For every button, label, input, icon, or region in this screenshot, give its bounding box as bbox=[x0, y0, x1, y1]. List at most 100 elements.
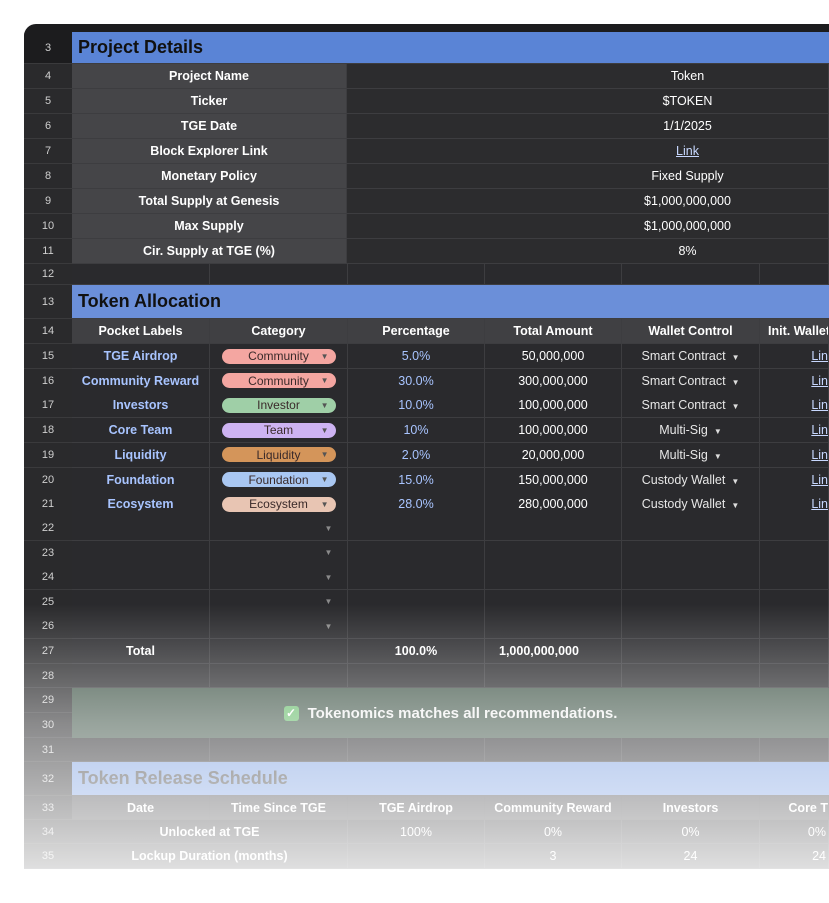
total-amount[interactable]: 1,000,000,000 bbox=[485, 639, 622, 664]
empty-cell[interactable] bbox=[348, 614, 485, 640]
empty-cell[interactable] bbox=[760, 540, 829, 566]
init-wallet-link[interactable]: Lin bbox=[811, 349, 828, 363]
empty-cell[interactable] bbox=[210, 664, 348, 688]
amount-cell[interactable]: 50,000,000 bbox=[485, 344, 622, 369]
percentage-cell[interactable]: 30.0% bbox=[348, 368, 485, 394]
dropdown-arrow-icon[interactable]: ▼ bbox=[732, 378, 740, 387]
section-title-project-details[interactable]: Project Details bbox=[72, 32, 829, 64]
unlocked-value[interactable]: 100% bbox=[348, 820, 485, 844]
dropdown-arrow-icon[interactable]: ▼ bbox=[325, 548, 333, 557]
empty-cell[interactable] bbox=[760, 614, 829, 640]
empty-cell[interactable] bbox=[485, 516, 622, 541]
dropdown-arrow-icon[interactable]: ▼ bbox=[321, 352, 329, 361]
empty-cell[interactable] bbox=[622, 540, 760, 566]
wallet-control-cell[interactable]: Smart Contract ▼ bbox=[622, 344, 760, 369]
empty-cell[interactable] bbox=[72, 664, 210, 688]
pocket-label[interactable]: Investors bbox=[72, 393, 210, 419]
category-dropdown[interactable]: Liquidity ▼ bbox=[221, 447, 336, 463]
detail-value[interactable]: Link bbox=[347, 139, 829, 164]
amount-cell[interactable]: 100,000,000 bbox=[485, 393, 622, 419]
empty-cell[interactable] bbox=[760, 738, 829, 762]
empty-cell[interactable] bbox=[485, 540, 622, 566]
dropdown-arrow-icon[interactable]: ▼ bbox=[321, 475, 329, 484]
column-header[interactable]: Core T bbox=[760, 796, 829, 820]
category-cell[interactable]: Community ▼ bbox=[210, 368, 348, 394]
empty-cell[interactable] bbox=[485, 264, 622, 285]
wallet-control-dropdown[interactable]: Custody Wallet ▼ bbox=[622, 497, 759, 511]
wallet-control-dropdown[interactable]: Smart Contract ▼ bbox=[622, 374, 759, 388]
total-percentage[interactable]: 100.0% bbox=[348, 639, 485, 664]
dropdown-arrow-icon[interactable]: ▼ bbox=[714, 427, 722, 436]
wallet-control-dropdown[interactable]: Custody Wallet ▼ bbox=[622, 473, 759, 487]
wallet-control-cell[interactable]: Multi-Sig ▼ bbox=[622, 442, 760, 468]
dropdown-arrow-icon[interactable]: ▼ bbox=[731, 477, 739, 486]
empty-cell[interactable] bbox=[760, 664, 829, 688]
dropdown-arrow-icon[interactable]: ▼ bbox=[714, 452, 722, 461]
empty-cell[interactable] bbox=[348, 664, 485, 688]
category-cell[interactable]: Investor ▼ bbox=[210, 393, 348, 419]
dropdown-arrow-icon[interactable]: ▼ bbox=[731, 501, 739, 510]
category-dropdown[interactable]: Ecosystem ▼ bbox=[221, 496, 336, 512]
empty-cell[interactable] bbox=[210, 264, 348, 285]
total-label[interactable]: Total bbox=[72, 639, 210, 664]
empty-cell[interactable] bbox=[622, 738, 760, 762]
checkbox-checked-icon[interactable]: ✓ bbox=[283, 705, 299, 721]
empty-cell[interactable] bbox=[72, 614, 210, 640]
empty-cell[interactable] bbox=[210, 738, 348, 762]
init-wallet-cell[interactable]: Lin bbox=[760, 467, 829, 493]
percentage-cell[interactable]: 15.0% bbox=[348, 467, 485, 493]
empty-cell[interactable] bbox=[485, 589, 622, 615]
empty-cell[interactable] bbox=[348, 264, 485, 285]
dropdown-arrow-icon[interactable]: ▼ bbox=[321, 500, 329, 509]
wallet-control-cell[interactable]: Custody Wallet ▼ bbox=[622, 467, 760, 493]
category-cell[interactable]: ▼ bbox=[210, 589, 348, 615]
category-cell[interactable]: ▼ bbox=[210, 540, 348, 566]
wallet-control-cell[interactable]: Smart Contract ▼ bbox=[622, 393, 760, 419]
dropdown-arrow-icon[interactable]: ▼ bbox=[321, 450, 329, 459]
category-dropdown[interactable]: Investor ▼ bbox=[221, 397, 336, 413]
amount-cell[interactable]: 280,000,000 bbox=[485, 492, 622, 518]
percentage-cell[interactable]: 2.0% bbox=[348, 442, 485, 468]
category-cell[interactable]: ▼ bbox=[210, 565, 348, 591]
wallet-control-dropdown[interactable]: Multi-Sig ▼ bbox=[622, 448, 759, 462]
column-header[interactable]: Init. Wallet bbox=[760, 319, 829, 344]
init-wallet-cell[interactable]: Lin bbox=[760, 393, 829, 419]
category-cell[interactable]: Foundation ▼ bbox=[210, 467, 348, 493]
column-header[interactable]: Wallet Control bbox=[622, 319, 760, 344]
dropdown-arrow-icon[interactable]: ▼ bbox=[325, 573, 333, 582]
detail-label[interactable]: Project Name bbox=[72, 64, 347, 89]
dropdown-arrow-icon[interactable]: ▼ bbox=[325, 597, 333, 606]
empty-cell[interactable] bbox=[622, 639, 760, 664]
detail-value[interactable]: 1/1/2025 bbox=[347, 114, 829, 139]
column-header[interactable]: Total Amount bbox=[485, 319, 622, 344]
category-dropdown[interactable]: Team ▼ bbox=[221, 422, 336, 438]
percentage-cell[interactable]: 10.0% bbox=[348, 393, 485, 419]
empty-cell[interactable] bbox=[485, 565, 622, 591]
dropdown-arrow-icon[interactable]: ▼ bbox=[732, 353, 740, 362]
percentage-cell[interactable]: 5.0% bbox=[348, 344, 485, 369]
empty-cell[interactable] bbox=[760, 565, 829, 591]
column-header[interactable]: Pocket Labels bbox=[72, 319, 210, 344]
dropdown-arrow-icon[interactable]: ▼ bbox=[321, 376, 329, 385]
block-explorer-link[interactable]: Link bbox=[676, 144, 699, 158]
empty-cell[interactable] bbox=[72, 516, 210, 541]
category-dropdown[interactable]: Foundation ▼ bbox=[221, 472, 336, 487]
init-wallet-link[interactable]: Lin bbox=[811, 497, 828, 511]
init-wallet-link[interactable]: Lin bbox=[811, 473, 828, 487]
empty-cell[interactable] bbox=[622, 264, 760, 285]
column-header[interactable]: TGE Airdrop bbox=[348, 796, 485, 820]
dropdown-arrow-icon[interactable]: ▼ bbox=[321, 401, 329, 410]
section-title-release-schedule[interactable]: Token Release Schedule bbox=[72, 762, 829, 796]
empty-cell[interactable] bbox=[485, 738, 622, 762]
detail-label[interactable]: Cir. Supply at TGE (%) bbox=[72, 239, 347, 264]
category-cell[interactable]: Team ▼ bbox=[210, 418, 348, 444]
column-header[interactable]: Time Since TGE bbox=[210, 796, 348, 820]
detail-label[interactable]: Ticker bbox=[72, 89, 347, 114]
unlocked-value[interactable]: 0% bbox=[485, 820, 622, 844]
wallet-control-dropdown[interactable]: Smart Contract ▼ bbox=[622, 349, 759, 363]
init-wallet-link[interactable]: Lin bbox=[811, 448, 828, 462]
init-wallet-link[interactable]: Lin bbox=[811, 423, 828, 437]
empty-cell[interactable] bbox=[485, 664, 622, 688]
empty-cell[interactable] bbox=[485, 614, 622, 640]
category-dropdown[interactable]: Community ▼ bbox=[221, 373, 336, 389]
